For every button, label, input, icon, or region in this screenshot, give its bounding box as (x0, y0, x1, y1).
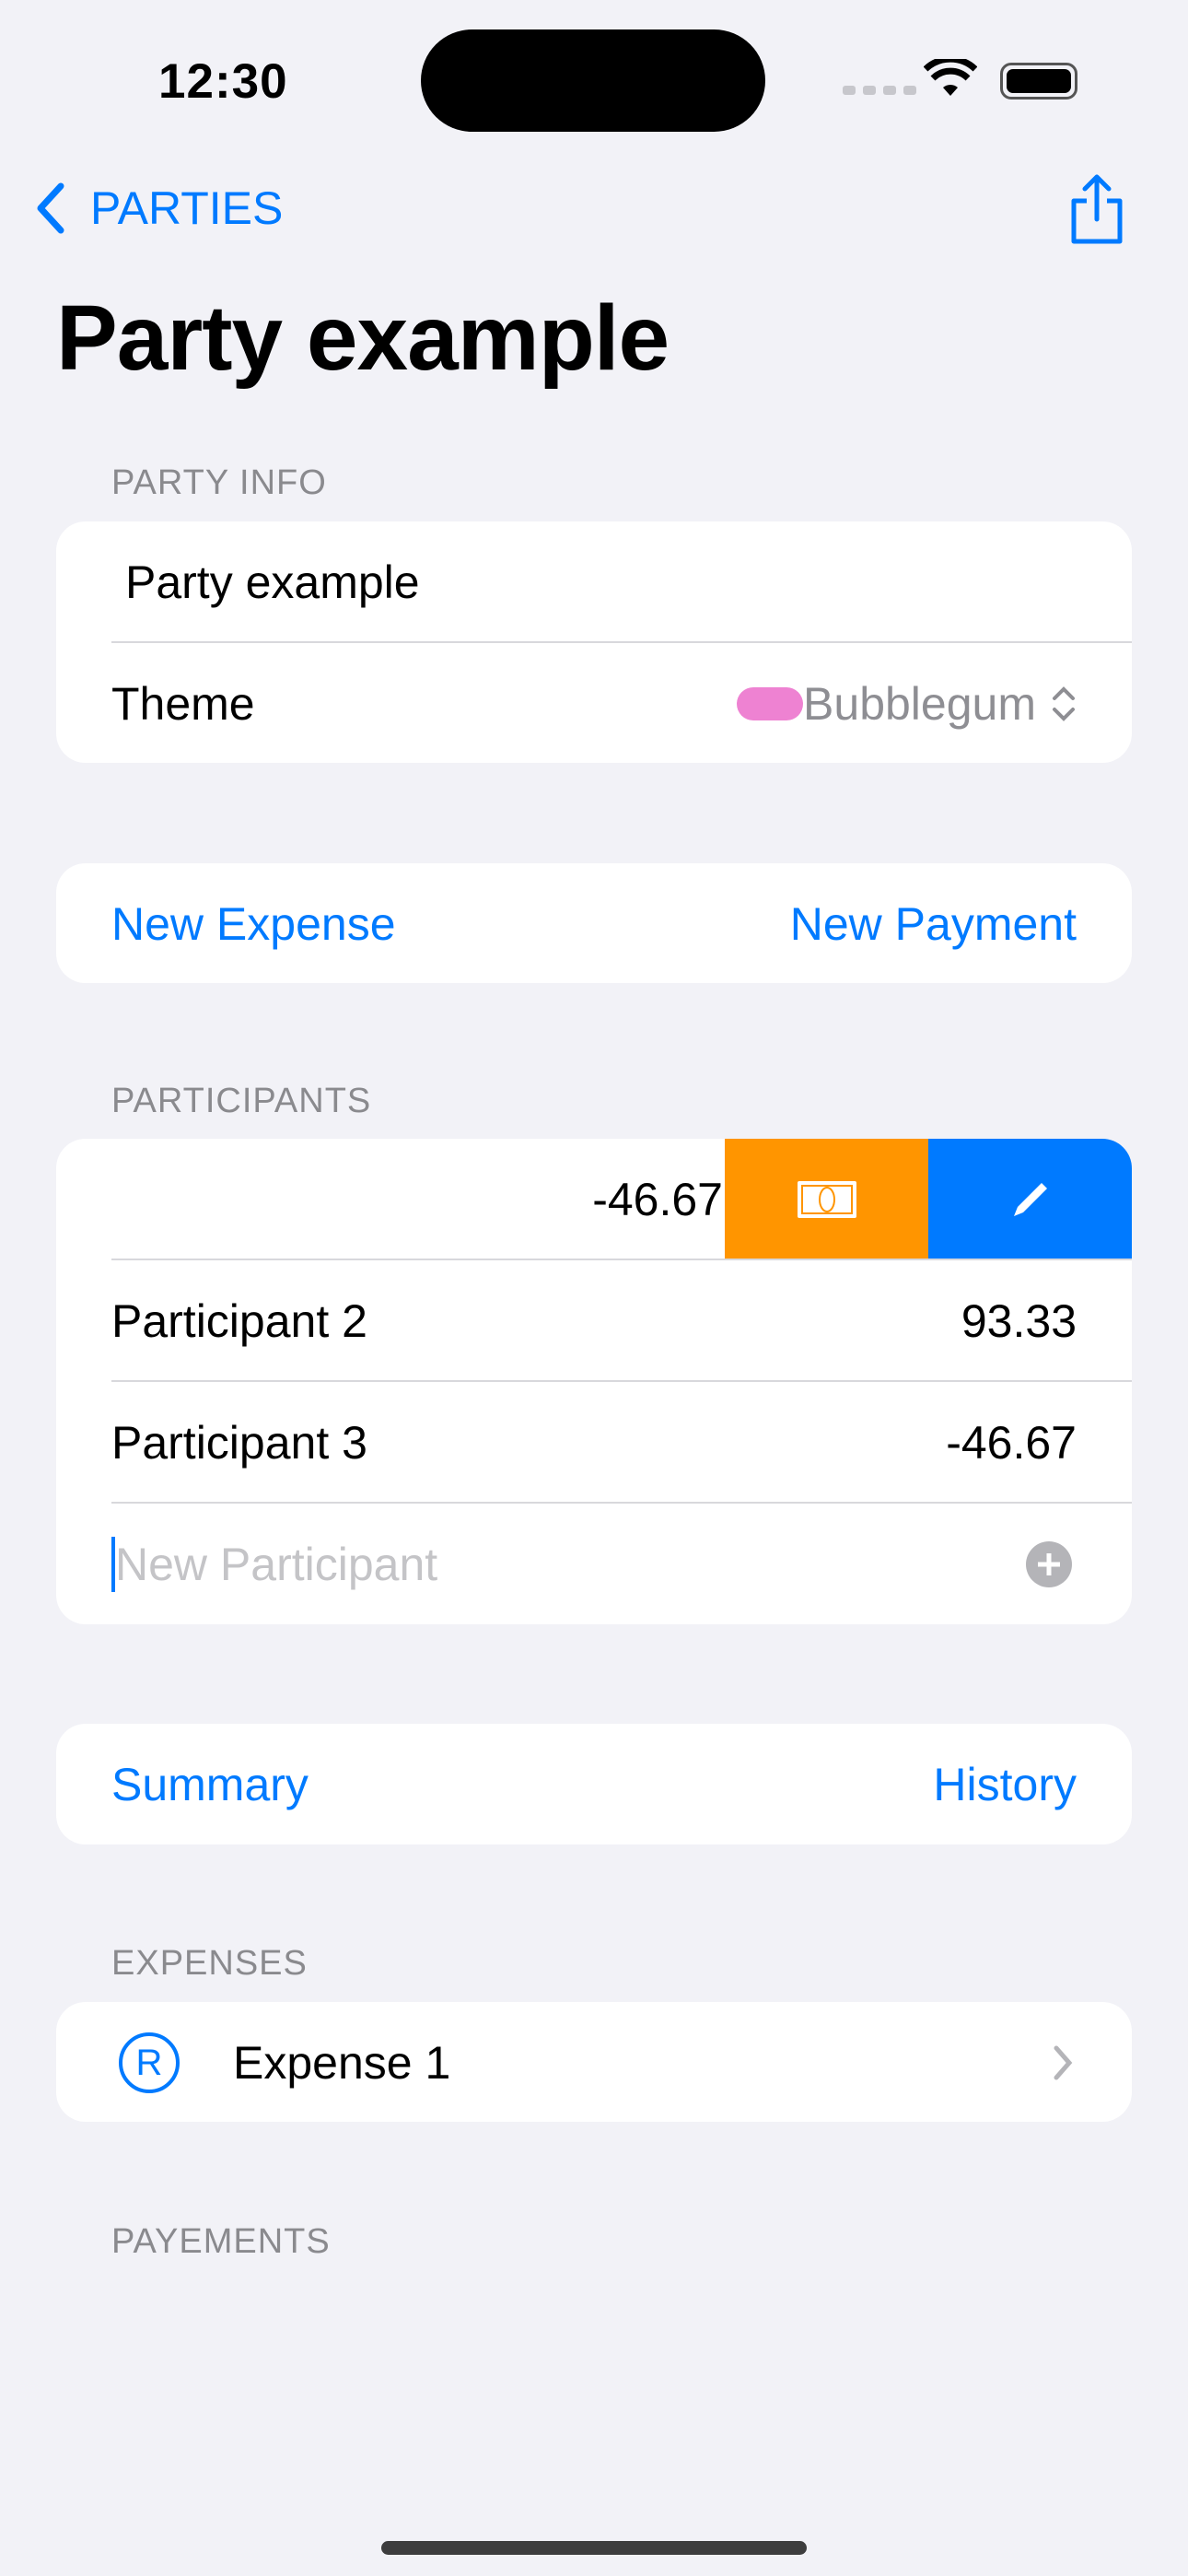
page-title: Party example (56, 287, 670, 390)
new-participant-input[interactable]: New Participant (56, 1504, 1132, 1624)
participant-balance: -46.67 (592, 1174, 723, 1225)
theme-value: Bubblegum (803, 678, 1036, 730)
pay-swipe-action[interactable] (725, 1139, 928, 1260)
summary-card: Summary History (56, 1724, 1132, 1844)
theme-picker-row[interactable]: Theme Bubblegum (56, 643, 1132, 763)
participant-row-swiped[interactable]: -46.67 (56, 1139, 1132, 1260)
status-time: 12:30 (158, 54, 288, 109)
participant-balance: -46.67 (946, 1417, 1077, 1469)
theme-label: Theme (111, 678, 255, 730)
actions-card: New Expense New Payment (56, 863, 1132, 983)
chevron-up-down-icon (1053, 686, 1075, 721)
participant-balance: 93.33 (961, 1295, 1077, 1347)
chevron-left-icon (37, 182, 64, 234)
participant-name: Participant 2 (111, 1295, 367, 1347)
add-circle-icon[interactable] (1025, 1540, 1073, 1588)
new-participant-placeholder: New Participant (115, 1539, 438, 1590)
back-label: PARTIES (90, 182, 284, 234)
expenses-card: R Expense 1 (56, 2002, 1132, 2122)
party-info-card: Party example Theme Bubblegum (56, 521, 1132, 763)
edit-swipe-action[interactable] (928, 1139, 1132, 1260)
chevron-right-icon (1054, 2045, 1073, 2080)
dynamic-island (421, 29, 765, 132)
history-button[interactable]: History (933, 1758, 1077, 1811)
expense-row[interactable]: R Expense 1 (56, 2002, 1132, 2122)
participants-card: -46.67 Participant 2 93.33 Participant 3… (56, 1139, 1132, 1624)
share-icon[interactable] (1068, 173, 1125, 247)
participant-row[interactable]: Participant 3 -46.67 (56, 1382, 1132, 1504)
new-payment-button[interactable]: New Payment (790, 897, 1077, 951)
home-indicator[interactable] (381, 2541, 807, 2555)
banknote-icon (797, 1181, 856, 1218)
back-button[interactable]: PARTIES (33, 181, 283, 236)
new-expense-button[interactable]: New Expense (111, 897, 396, 951)
participant-row[interactable]: Participant 2 93.33 (56, 1260, 1132, 1382)
section-header-payments: PAYEMENTS (111, 2222, 331, 2261)
expense-title: Expense 1 (233, 2037, 451, 2089)
section-header-expenses: EXPENSES (111, 1944, 308, 1983)
participant-name: Participant 3 (111, 1417, 367, 1469)
party-name-value: Party example (125, 556, 420, 608)
section-header-participants: PARTICIPANTS (111, 1082, 372, 1120)
section-header-party-info: PARTY INFO (111, 463, 327, 502)
pencil-icon (1013, 1183, 1047, 1216)
theme-color-swatch (737, 687, 804, 720)
summary-button[interactable]: Summary (111, 1758, 309, 1811)
signal-icon (843, 86, 916, 95)
wifi-icon (924, 59, 977, 96)
expense-category-icon: R (119, 2032, 180, 2093)
battery-icon (1000, 63, 1077, 100)
party-name-field[interactable]: Party example (56, 521, 1132, 643)
